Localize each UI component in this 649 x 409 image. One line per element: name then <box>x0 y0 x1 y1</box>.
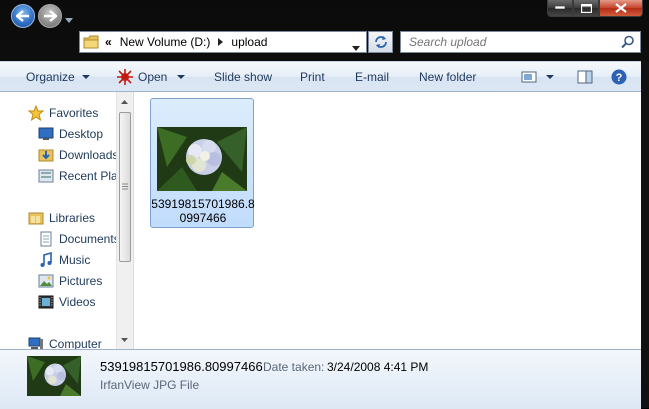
minimize-icon <box>555 6 565 10</box>
chevron-down-icon <box>177 74 186 79</box>
new-folder-label: New folder <box>419 69 477 84</box>
address-bar[interactable]: « New Volume (D:) upload <box>79 31 367 53</box>
nav-item-documents[interactable]: Documents <box>0 229 120 249</box>
scroll-up-icon[interactable] <box>117 96 132 108</box>
nav-libraries[interactable]: Libraries <box>0 208 116 228</box>
nav-favorites[interactable]: Favorites <box>0 103 116 123</box>
command-bar: Organize Open Slide show Print E-mail Ne… <box>0 61 641 92</box>
email-label: E-mail <box>355 69 390 84</box>
nav-item-label: Pictures <box>59 274 103 288</box>
nav-scrollbar[interactable] <box>116 92 133 349</box>
explorer-window: « New Volume (D:) upload Organize Open S… <box>0 0 649 409</box>
music-icon <box>40 252 52 267</box>
help-button[interactable]: ? <box>611 62 627 91</box>
address-overflow[interactable]: « <box>105 35 112 49</box>
recent-pages-dropdown[interactable] <box>65 12 73 26</box>
help-icon: ? <box>611 69 627 84</box>
search-icon[interactable] <box>621 35 635 52</box>
minimize-button[interactable] <box>547 0 573 17</box>
file-name: 53919815701986.80997466 <box>151 197 255 225</box>
slideshow-button[interactable]: Slide show <box>214 62 272 91</box>
slideshow-label: Slide show <box>214 69 273 84</box>
documents-icon <box>40 231 52 247</box>
refresh-icon <box>374 36 387 48</box>
chevron-down-icon <box>352 46 360 51</box>
details-pane: 53919815701986.80997466 Date taken: 3/24… <box>0 349 641 409</box>
grip-icon <box>122 183 128 190</box>
details-thumbnail <box>27 356 81 396</box>
star-icon <box>28 105 44 121</box>
maximize-button[interactable] <box>573 0 599 17</box>
details-file-name: 53919815701986.80997466 <box>100 359 263 374</box>
nav-libraries-label: Libraries <box>49 211 96 225</box>
file-item[interactable]: 53919815701986.80997466 <box>150 98 255 228</box>
scrollbar-thumb[interactable] <box>119 112 131 262</box>
nav-computer[interactable]: Computer <box>0 334 116 349</box>
hydrangea-thumbnail-icon <box>157 127 247 191</box>
organize-button[interactable]: Organize <box>26 62 90 91</box>
organize-label: Organize <box>26 69 75 84</box>
breadcrumb-separator-icon[interactable] <box>218 35 224 49</box>
address-segment-folder[interactable]: upload <box>231 35 267 49</box>
print-label: Print <box>300 69 325 84</box>
print-button[interactable]: Print <box>300 62 325 91</box>
libraries-icon <box>28 212 44 225</box>
scroll-down-icon[interactable] <box>117 334 132 346</box>
close-button[interactable] <box>599 0 643 17</box>
arrow-left-icon <box>16 10 29 22</box>
date-taken-value[interactable]: 3/24/2008 4:41 PM <box>327 360 428 374</box>
maximize-icon <box>580 3 592 13</box>
close-icon <box>615 3 627 13</box>
chevron-down-icon <box>65 18 73 23</box>
nav-computer-label: Computer <box>49 337 102 349</box>
preview-pane-icon <box>577 70 593 83</box>
caption-buttons <box>547 0 643 18</box>
videos-icon <box>38 295 54 309</box>
nav-item-label: Music <box>59 253 91 267</box>
nav-favorites-label: Favorites <box>49 106 99 120</box>
new-folder-button[interactable]: New folder <box>419 62 476 91</box>
image-thumbnail <box>157 127 247 191</box>
desktop-icon <box>38 127 54 140</box>
chevron-down-icon <box>81 74 90 79</box>
address-history-button[interactable] <box>352 40 360 54</box>
nav-item-music[interactable]: Music <box>0 250 116 270</box>
recent-places-icon <box>38 169 54 183</box>
refresh-button[interactable] <box>368 31 393 53</box>
hydrangea-thumbnail-icon <box>27 356 81 396</box>
nav-item-label: Documents <box>59 232 120 246</box>
folder-icon <box>83 34 99 50</box>
view-options-icon <box>521 71 537 82</box>
open-label: Open <box>138 69 168 84</box>
window-frame-edge <box>641 61 649 408</box>
file-list[interactable]: 53919815701986.80997466 <box>134 92 641 349</box>
nav-item-downloads[interactable]: Downloads <box>0 145 119 165</box>
change-view-button[interactable] <box>521 62 554 91</box>
open-button[interactable]: Open <box>117 62 186 91</box>
computer-icon <box>28 337 43 349</box>
email-button[interactable]: E-mail <box>355 62 389 91</box>
irfanview-icon <box>117 68 133 85</box>
pictures-icon <box>38 274 54 288</box>
search-box[interactable] <box>400 31 641 53</box>
preview-pane-button[interactable] <box>577 62 593 91</box>
search-input[interactable] <box>407 34 621 50</box>
svg-text:?: ? <box>616 72 623 84</box>
nav-item-desktop[interactable]: Desktop <box>0 124 116 144</box>
nav-item-label: Videos <box>59 295 96 309</box>
nav-item-label: Desktop <box>59 127 104 141</box>
date-taken-label: Date taken: <box>263 360 325 374</box>
nav-item-pictures[interactable]: Pictures <box>0 271 116 291</box>
file-type: IrfanView JPG File <box>100 378 200 392</box>
nav-item-recent-places[interactable]: Recent Places <box>0 166 133 186</box>
nav-item-videos[interactable]: Videos <box>0 292 116 312</box>
back-button[interactable] <box>11 4 35 28</box>
arrow-right-icon <box>44 10 57 22</box>
chevron-down-icon <box>546 74 554 79</box>
navigation-pane: Favorites Desktop Downloads Recent Place… <box>0 92 134 349</box>
nav-item-label: Downloads <box>59 148 119 162</box>
forward-button[interactable] <box>38 4 62 28</box>
downloads-folder-icon <box>38 149 54 162</box>
address-segment-drive[interactable]: New Volume (D:) <box>120 35 211 49</box>
